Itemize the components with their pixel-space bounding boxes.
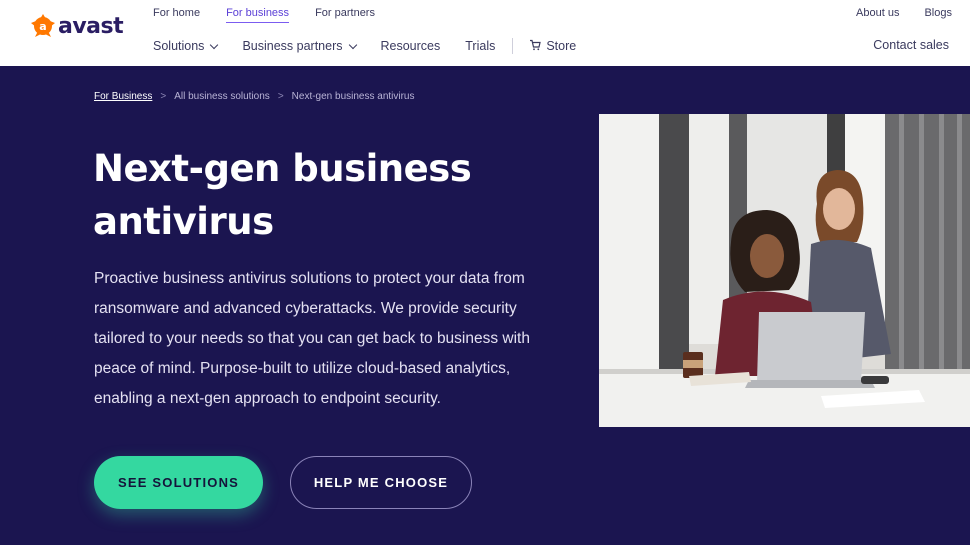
nav-solutions-label: Solutions	[153, 39, 205, 53]
breadcrumb: For Business > All business solutions > …	[94, 91, 415, 102]
breadcrumb-all-business-solutions[interactable]: All business solutions	[174, 91, 270, 102]
audience-nav: For home For business For partners	[153, 7, 401, 23]
site-header: a avast For home For business For partne…	[0, 0, 970, 66]
cart-icon	[529, 39, 542, 54]
see-solutions-button[interactable]: SEE SOLUTIONS	[94, 456, 263, 509]
office-photo-illustration	[599, 114, 970, 427]
breadcrumb-separator: >	[160, 91, 167, 102]
hero-section: For Business > All business solutions > …	[0, 66, 970, 545]
about-us-link[interactable]: About us	[856, 7, 899, 19]
nav-trials[interactable]: Trials	[465, 39, 495, 53]
page-title: Next-gen business antivirus	[93, 147, 472, 243]
breadcrumb-current: Next-gen business antivirus	[291, 91, 415, 102]
nav-business-partners-label: Business partners	[242, 39, 343, 53]
blogs-link[interactable]: Blogs	[924, 7, 952, 19]
help-me-choose-button[interactable]: HELP ME CHOOSE	[290, 456, 472, 509]
top-link-for-home[interactable]: For home	[153, 7, 200, 23]
svg-text:a: a	[39, 20, 46, 33]
top-link-for-business[interactable]: For business	[226, 7, 290, 23]
nav-divider	[512, 38, 514, 54]
nav-store-label: Store	[546, 39, 577, 53]
avast-logo[interactable]: a avast	[30, 13, 124, 39]
hero-photo	[599, 114, 970, 427]
nav-solutions[interactable]: Solutions	[153, 39, 219, 53]
breadcrumb-for-business[interactable]: For Business	[94, 91, 152, 102]
nav-resources[interactable]: Resources	[381, 39, 441, 53]
chevron-down-icon	[210, 40, 219, 49]
contact-sales-link[interactable]: Contact sales	[873, 38, 949, 52]
main-nav: Solutions Business partners Resources Tr…	[153, 38, 601, 54]
hero-description: Proactive business antivirus solutions t…	[94, 270, 530, 407]
utility-nav: About us Blogs	[831, 7, 952, 19]
nav-business-partners[interactable]: Business partners	[242, 39, 357, 53]
brand-name: avast	[58, 13, 124, 39]
breadcrumb-separator: >	[277, 91, 284, 102]
avast-logo-icon: a	[31, 14, 55, 37]
nav-store[interactable]: Store	[529, 39, 576, 54]
chevron-down-icon	[348, 40, 357, 49]
top-link-for-partners[interactable]: For partners	[315, 7, 375, 23]
